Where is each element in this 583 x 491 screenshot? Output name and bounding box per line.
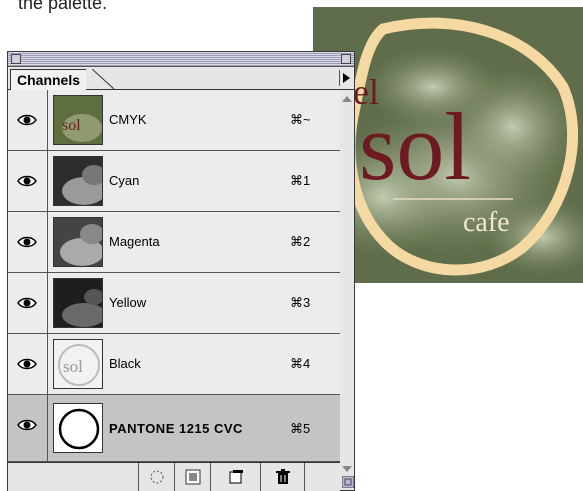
channel-name: CMYK bbox=[109, 112, 147, 127]
yellow-thumbnail-icon bbox=[53, 278, 103, 328]
visibility-toggle[interactable] bbox=[8, 212, 48, 272]
trash-icon bbox=[276, 469, 290, 484]
new-channel-icon bbox=[229, 470, 243, 484]
channel-row-black[interactable]: sol Black ⌘4 bbox=[8, 334, 340, 395]
eye-icon bbox=[17, 236, 37, 248]
save-selection-button[interactable] bbox=[174, 463, 210, 491]
palette-button-bar bbox=[8, 462, 340, 491]
visibility-toggle[interactable] bbox=[8, 273, 48, 333]
channel-name: PANTONE 1215 CVC bbox=[109, 421, 243, 436]
channel-name: Black bbox=[109, 356, 141, 371]
cyan-thumbnail-icon bbox=[53, 156, 103, 206]
channel-row-magenta[interactable]: Magenta ⌘2 bbox=[8, 212, 340, 273]
palette-menu-arrow-icon[interactable] bbox=[339, 70, 352, 86]
eye-icon bbox=[17, 358, 37, 370]
channel-name: Yellow bbox=[109, 295, 147, 310]
art-word-sol: sol bbox=[359, 93, 471, 200]
svg-text:sol: sol bbox=[63, 357, 83, 376]
channel-shortcut: ⌘~ bbox=[290, 112, 311, 127]
channel-shortcut: ⌘4 bbox=[290, 356, 311, 371]
visibility-toggle[interactable] bbox=[8, 151, 48, 211]
tab-edge bbox=[92, 69, 115, 90]
load-selection-button[interactable] bbox=[138, 463, 174, 491]
eye-icon bbox=[17, 114, 37, 126]
channel-row-yellow[interactable]: Yellow ⌘3 bbox=[8, 273, 340, 334]
close-box-icon[interactable] bbox=[11, 54, 21, 64]
magenta-thumbnail-icon bbox=[53, 217, 103, 267]
vertical-scrollbar[interactable] bbox=[340, 90, 354, 476]
resize-grip-icon[interactable] bbox=[342, 476, 354, 488]
pantone-thumbnail-icon bbox=[53, 403, 103, 453]
channel-row-pantone[interactable]: PANTONE 1215 CVC ⌘5 bbox=[8, 395, 340, 462]
channel-row-cyan[interactable]: Cyan ⌘1 bbox=[8, 151, 340, 212]
eye-icon bbox=[17, 419, 37, 431]
svg-text:sol: sol bbox=[62, 117, 81, 134]
art-word-cafe: cafe bbox=[463, 207, 510, 238]
channel-row-cmyk[interactable]: sol CMYK ⌘~ bbox=[8, 90, 340, 151]
eye-icon bbox=[17, 175, 37, 187]
black-thumbnail-icon: sol bbox=[53, 339, 103, 389]
palette-end-spacer bbox=[304, 463, 340, 491]
channel-shortcut: ⌘3 bbox=[290, 295, 311, 310]
visibility-toggle[interactable] bbox=[8, 90, 48, 150]
channel-shortcut: ⌘1 bbox=[290, 173, 311, 188]
channel-name: Cyan bbox=[109, 173, 140, 188]
delete-channel-button[interactable] bbox=[260, 463, 304, 491]
eye-icon bbox=[17, 297, 37, 309]
visibility-toggle[interactable] bbox=[8, 395, 48, 461]
scroll-up-icon[interactable] bbox=[342, 96, 352, 102]
cmyk-thumbnail-icon: sol bbox=[53, 95, 103, 145]
channel-shortcut: ⌘5 bbox=[290, 421, 311, 436]
load-selection-icon bbox=[150, 470, 164, 484]
visibility-toggle[interactable] bbox=[8, 334, 48, 394]
channels-palette: Channels sol CMYK ⌘~ Cyan ⌘1 Magenta ⌘2 … bbox=[7, 51, 355, 491]
tab-channels[interactable]: Channels bbox=[10, 69, 87, 90]
caption-text: the palette. bbox=[18, 0, 108, 13]
channel-shortcut: ⌘2 bbox=[290, 234, 311, 249]
palette-titlebar[interactable] bbox=[8, 52, 354, 67]
channel-name: Magenta bbox=[109, 234, 160, 249]
new-channel-button[interactable] bbox=[210, 463, 260, 491]
palette-tab-strip: Channels bbox=[8, 67, 354, 90]
scroll-down-icon[interactable] bbox=[342, 466, 352, 472]
save-selection-icon bbox=[185, 469, 201, 485]
zoom-box-icon[interactable] bbox=[341, 54, 351, 64]
channel-list: sol CMYK ⌘~ Cyan ⌘1 Magenta ⌘2 Yellow ⌘3… bbox=[8, 90, 341, 462]
